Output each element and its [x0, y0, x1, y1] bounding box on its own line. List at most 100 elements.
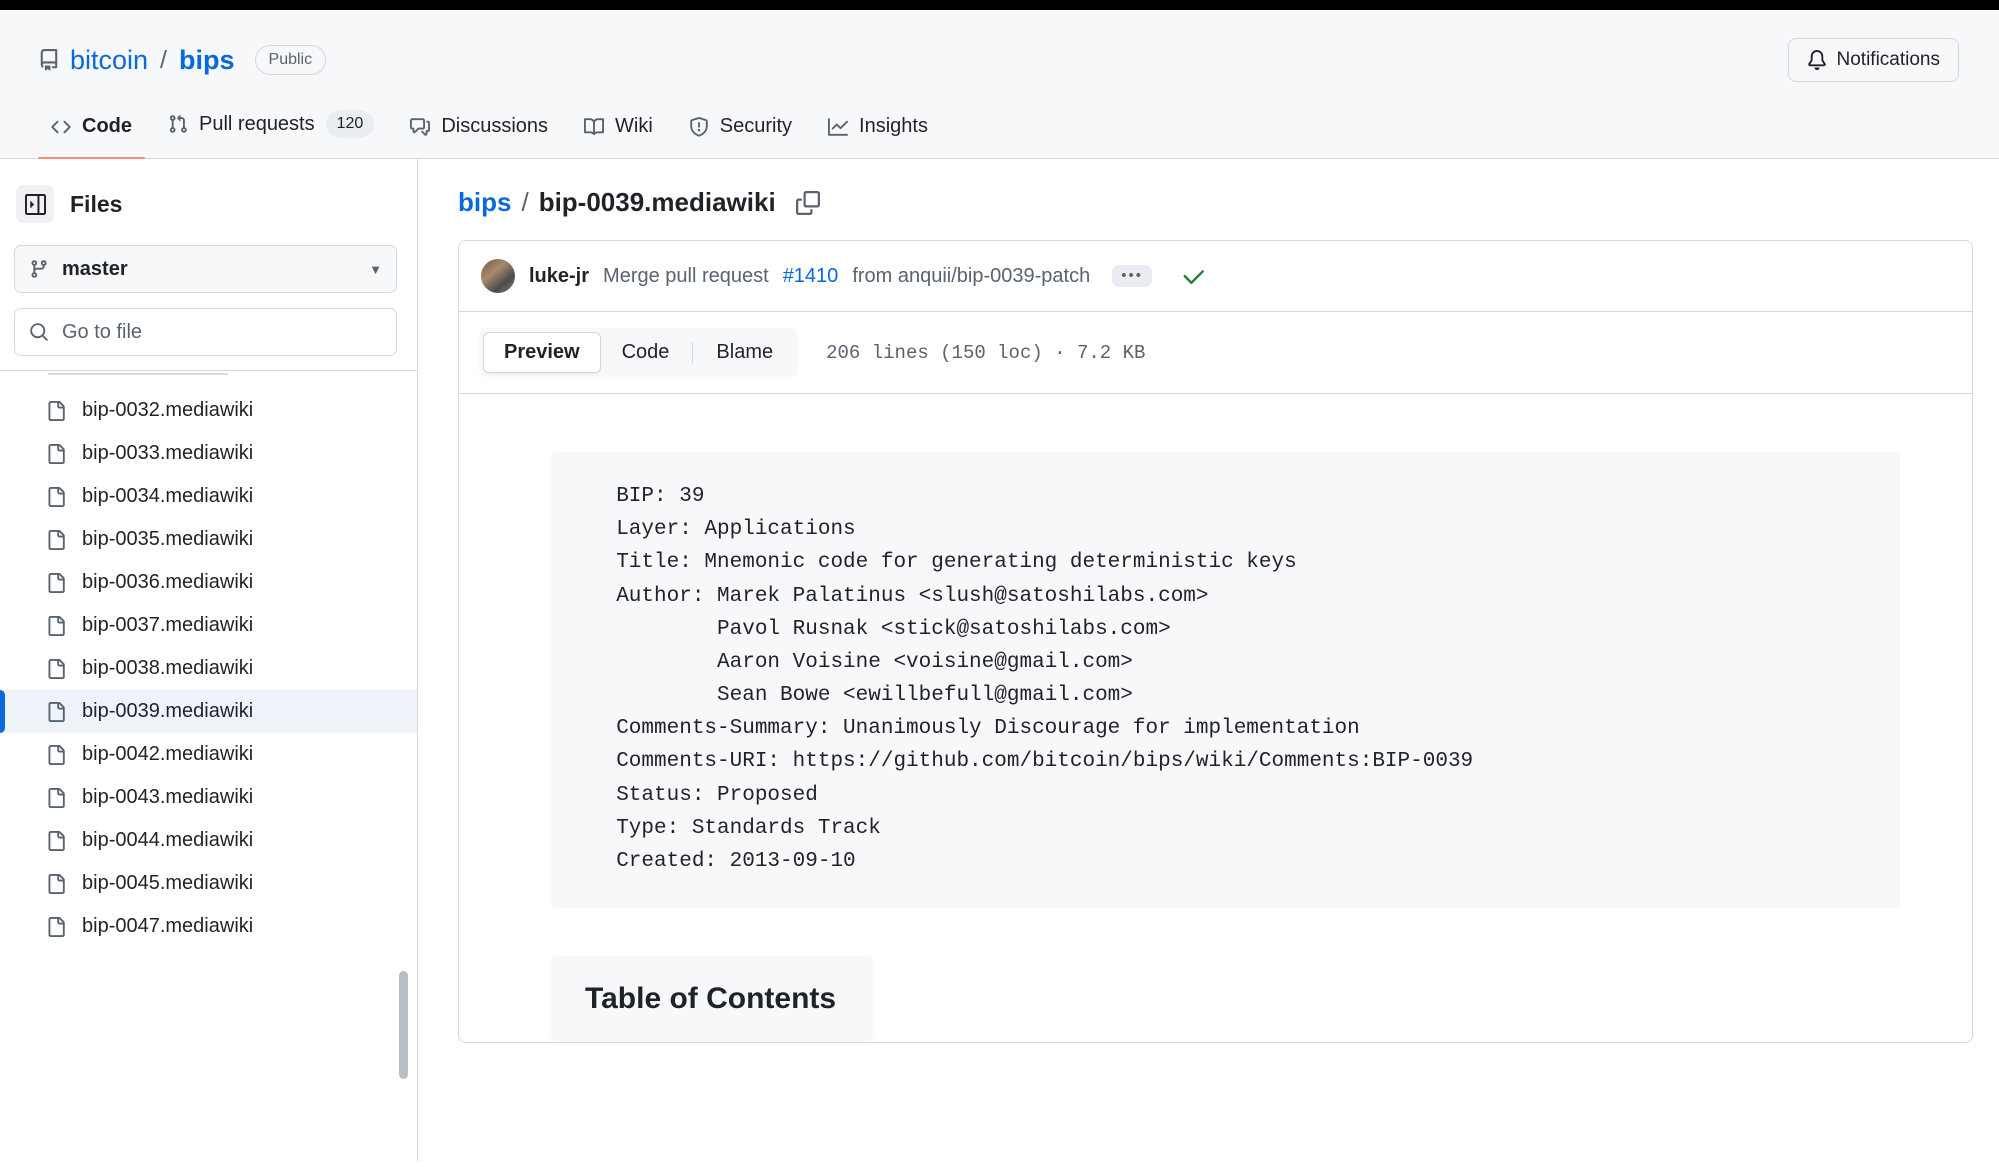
tab-blame[interactable]: Blame — [695, 332, 794, 373]
pull-requests-counter: 120 — [326, 110, 375, 138]
check-success-icon[interactable] — [1182, 264, 1207, 289]
file-tree-item[interactable]: bip-0034.mediawiki — [0, 475, 417, 518]
tab-wiki[interactable]: Wiki — [571, 105, 666, 148]
file-icon — [46, 831, 66, 851]
current-branch-label: master — [62, 258, 356, 281]
book-icon — [584, 117, 604, 137]
file-card: luke-jr Merge pull request #1410 from an… — [458, 240, 1973, 1043]
tab-preview[interactable]: Preview — [483, 332, 601, 373]
code-icon — [51, 117, 71, 137]
breadcrumb-filename: bip-0039.mediawiki — [539, 187, 776, 218]
commit-expand-button[interactable]: ••• — [1112, 265, 1152, 288]
file-icon — [46, 917, 66, 937]
tab-security[interactable]: Security — [676, 105, 805, 148]
file-tree-item[interactable]: bip-0038.mediawiki — [0, 647, 417, 690]
file-tree-item[interactable]: bip-0043.mediawiki — [0, 776, 417, 819]
avatar[interactable] — [481, 259, 515, 293]
file-tree-item[interactable]: bip-0032.mediawiki — [0, 389, 417, 432]
repository-breadcrumb-title: bitcoin / bips Public — [38, 45, 326, 76]
comment-discussion-icon — [410, 117, 430, 137]
file-tree-item-label: bip-0033.mediawiki — [82, 442, 253, 465]
rendered-document: BIP: 39 Layer: Applications Title: Mnemo… — [459, 394, 1972, 1042]
breadcrumb-directory[interactable]: bips — [458, 187, 511, 218]
collapse-sidebar-button[interactable] — [16, 185, 54, 223]
file-icon — [46, 659, 66, 679]
repository-title-row: bitcoin / bips Public Notifications — [0, 10, 1999, 100]
file-tree-item[interactable]: bip-0035.mediawiki — [0, 518, 417, 561]
commit-message-prefix: Merge pull request — [603, 265, 769, 288]
file-tree-partial-row — [48, 373, 228, 379]
file-tree-item[interactable]: bip-0047.mediawiki — [0, 905, 417, 948]
file-icon — [46, 401, 66, 421]
file-tree-item[interactable]: bip-0037.mediawiki — [0, 604, 417, 647]
file-tree-item-label: bip-0035.mediawiki — [82, 528, 253, 551]
file-content-main: bips / bip-0039.mediawiki luke-jr Merge … — [418, 159, 1999, 1161]
segment-divider — [692, 342, 693, 364]
repo-name-link[interactable]: bips — [179, 45, 235, 76]
latest-commit-bar: luke-jr Merge pull request #1410 from an… — [459, 241, 1972, 312]
tab-insights[interactable]: Insights — [815, 105, 941, 148]
file-icon — [46, 745, 66, 765]
tab-wiki-label: Wiki — [615, 115, 653, 138]
file-tree-item[interactable]: bip-0045.mediawiki — [0, 862, 417, 905]
tab-security-label: Security — [720, 115, 792, 138]
commit-author-link[interactable]: luke-jr — [529, 265, 589, 288]
visibility-badge: Public — [255, 45, 327, 75]
repository-header: bitcoin / bips Public Notifications Code… — [0, 10, 1999, 159]
file-tree-item-label: bip-0036.mediawiki — [82, 571, 253, 594]
repo-owner-link[interactable]: bitcoin — [70, 45, 148, 76]
file-tree-sidebar: Files master ▼ bip-0032.mediawiki — [0, 159, 418, 1161]
file-tree-item-selected[interactable]: bip-0039.mediawiki — [0, 690, 417, 733]
search-icon — [29, 322, 49, 342]
repository-nav: Code Pull requests 120 Discussions Wiki — [0, 100, 1999, 158]
file-icon — [46, 616, 66, 636]
tab-code[interactable]: Code — [38, 105, 145, 148]
shield-icon — [689, 117, 709, 137]
sidebar-scrollbar-thumb[interactable] — [399, 971, 408, 1079]
file-tree-item-label: bip-0038.mediawiki — [82, 657, 253, 680]
git-branch-icon — [29, 259, 49, 279]
breadcrumb-separator: / — [521, 187, 528, 218]
files-panel-title: Files — [70, 191, 122, 218]
file-size-meta: 206 lines (150 loc) · 7.2 KB — [826, 342, 1145, 364]
file-tree-item[interactable]: bip-0033.mediawiki — [0, 432, 417, 475]
file-tree-item-label: bip-0043.mediawiki — [82, 786, 253, 809]
graph-icon — [828, 117, 848, 137]
tab-pull-requests-label: Pull requests — [199, 113, 315, 136]
commit-pr-link[interactable]: #1410 — [783, 265, 839, 288]
notifications-button[interactable]: Notifications — [1788, 38, 1960, 82]
file-tree-item-label: bip-0042.mediawiki — [82, 743, 253, 766]
git-pull-request-icon — [168, 114, 188, 134]
file-tree-item[interactable]: bip-0036.mediawiki — [0, 561, 417, 604]
file-icon — [46, 487, 66, 507]
file-tree-item-label: bip-0034.mediawiki — [82, 485, 253, 508]
sidebar-collapse-icon — [25, 194, 46, 215]
file-tree-item-label: bip-0032.mediawiki — [82, 399, 253, 422]
copy-path-icon[interactable] — [796, 191, 820, 215]
file-icon — [46, 573, 66, 593]
file-tree-scroll-area[interactable]: bip-0032.mediawiki bip-0033.mediawiki bi… — [0, 371, 417, 1161]
tab-code[interactable]: Code — [601, 332, 691, 373]
go-to-file-search[interactable] — [14, 308, 397, 356]
bip-preamble-block: BIP: 39 Layer: Applications Title: Mnemo… — [551, 452, 1900, 908]
tab-discussions[interactable]: Discussions — [397, 105, 561, 148]
table-of-contents-title: Table of Contents — [585, 982, 839, 1016]
file-tree-item-label: bip-0037.mediawiki — [82, 614, 253, 637]
notifications-label: Notifications — [1837, 49, 1941, 71]
tab-pull-requests[interactable]: Pull requests 120 — [155, 100, 387, 148]
file-icon — [46, 530, 66, 550]
tab-discussions-label: Discussions — [441, 115, 548, 138]
tab-insights-label: Insights — [859, 115, 928, 138]
branch-selector[interactable]: master ▼ — [14, 245, 397, 293]
file-tree-item-label: bip-0045.mediawiki — [82, 872, 253, 895]
file-tree-item-label: bip-0044.mediawiki — [82, 829, 253, 852]
file-tree-item[interactable]: bip-0042.mediawiki — [0, 733, 417, 776]
file-tree-container: bip-0032.mediawiki bip-0033.mediawiki bi… — [0, 370, 417, 1161]
go-to-file-input[interactable] — [62, 321, 382, 344]
bell-icon — [1807, 50, 1827, 70]
table-of-contents-box: Table of Contents — [551, 956, 873, 1042]
commit-message-suffix: from anquii/bip-0039-patch — [852, 265, 1090, 288]
file-tree-item[interactable]: bip-0044.mediawiki — [0, 819, 417, 862]
file-view-toolbar: Preview Code Blame 206 lines (150 loc) ·… — [459, 312, 1972, 394]
repo-separator: / — [158, 46, 169, 75]
